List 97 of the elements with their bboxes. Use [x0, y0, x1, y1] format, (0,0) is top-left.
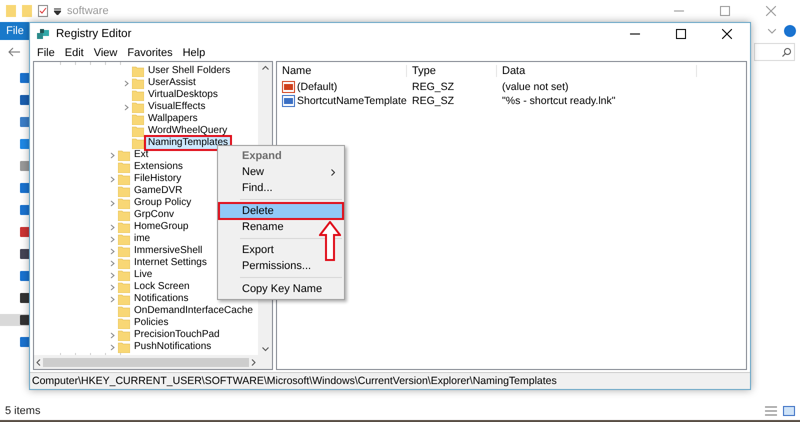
tree-item[interactable]: Notifications — [132, 293, 190, 305]
navigation-icon[interactable] — [20, 205, 30, 215]
navigation-icon[interactable] — [20, 183, 30, 193]
navigation-icon[interactable] — [20, 95, 30, 105]
maximize-icon — [720, 6, 730, 16]
dropdown-icon[interactable] — [54, 8, 61, 14]
chevron-right-icon[interactable] — [124, 104, 128, 110]
checklist-icon[interactable] — [38, 5, 48, 17]
scroll-left-icon[interactable] — [36, 358, 41, 366]
tree-item[interactable]: OnDemandInterfaceCache — [132, 305, 255, 317]
chevron-right-icon[interactable] — [110, 272, 114, 278]
chevron-right-icon[interactable] — [110, 236, 114, 242]
menu-item[interactable]: New — [219, 164, 343, 180]
details-view-icon[interactable] — [765, 406, 777, 416]
column-header[interactable]: Name — [277, 65, 407, 77]
tree-item[interactable]: FileHistory — [132, 173, 184, 185]
navigation-icon[interactable] — [20, 293, 30, 303]
navigation-icon[interactable] — [20, 337, 30, 347]
tree-item[interactable]: PushNotifications — [132, 341, 214, 353]
tree-item[interactable]: Live — [132, 269, 154, 281]
string-value-icon — [282, 95, 295, 107]
column-header[interactable]: Type — [407, 65, 497, 77]
tree-item[interactable]: GrpConv — [132, 209, 176, 221]
menu-item[interactable]: View — [88, 45, 122, 61]
tree-item[interactable]: NamingTemplates — [146, 137, 230, 149]
back-arrow-icon[interactable] — [8, 47, 20, 57]
value-data: (value not set) — [501, 81, 570, 93]
string-value-icon — [282, 81, 295, 93]
menu-item[interactable]: Rename — [219, 219, 343, 235]
up-arrow-annotation — [319, 221, 341, 261]
chevron-right-icon[interactable] — [110, 176, 114, 182]
chevron-right-icon[interactable] — [110, 248, 114, 254]
tree-item[interactable]: Policies — [132, 317, 170, 329]
tree-item[interactable]: Wallpapers — [146, 113, 200, 125]
tree-item[interactable]: Lock Screen — [132, 281, 192, 293]
chevron-right-icon[interactable] — [110, 224, 114, 230]
tree-item[interactable]: WordWheelQuery — [146, 125, 230, 137]
maximize-icon — [676, 29, 686, 39]
menu-item[interactable]: Help — [178, 45, 210, 61]
menu-item[interactable]: Delete — [219, 203, 343, 219]
tree-item[interactable]: ImmersiveShell — [132, 245, 204, 257]
folder-icon — [6, 5, 16, 17]
chevron-right-icon[interactable] — [124, 80, 128, 86]
tiles-view-icon[interactable] — [783, 406, 795, 416]
chevron-right-icon[interactable] — [110, 152, 114, 158]
menu-item[interactable]: File — [32, 45, 60, 61]
tree-item[interactable]: Group Policy — [132, 197, 194, 209]
key-path: Computer\HKEY_CURRENT_USER\SOFTWARE\Microsoft\Windows\CurrentVersion\Explorer\NamingTemplates — [32, 375, 557, 387]
tree-item[interactable]: ime — [132, 233, 152, 245]
search-icon — [782, 48, 791, 56]
tree-item[interactable]: PrecisionTouchPad — [132, 329, 222, 341]
menu-item[interactable]: Favorites — [122, 45, 178, 61]
window-title: Registry Editor — [56, 28, 132, 40]
menu-item[interactable]: Find... — [219, 180, 343, 196]
tree-item[interactable]: User Shell Folders — [146, 65, 232, 77]
scroll-right-icon[interactable] — [251, 358, 256, 366]
chevron-right-icon[interactable] — [110, 344, 114, 350]
tree-item[interactable]: Ext — [132, 149, 150, 161]
navigation-icon[interactable] — [20, 249, 30, 259]
chevron-right-icon[interactable] — [110, 296, 114, 302]
menu-item[interactable]: Export — [219, 242, 343, 258]
registry-cubes-icon — [36, 28, 50, 40]
tree-item[interactable]: Internet Settings — [132, 257, 209, 269]
tree-item[interactable]: UserAssist — [146, 77, 198, 89]
close-icon — [766, 6, 776, 16]
scroll-down-icon[interactable] — [262, 347, 268, 352]
chevron-right-icon[interactable] — [110, 332, 114, 338]
value-type: REG_SZ — [411, 81, 456, 93]
navigation-icon[interactable] — [20, 315, 30, 325]
horizontal-scrollbar[interactable] — [34, 355, 258, 369]
file-tab[interactable]: File — [0, 22, 30, 40]
window-title: software — [67, 5, 109, 17]
navigation-icon[interactable] — [20, 271, 30, 281]
help-icon[interactable] — [784, 25, 796, 37]
chevron-right-icon[interactable] — [110, 284, 114, 290]
value-data: "%s - shortcut ready.lnk" — [501, 95, 616, 107]
item-count: 5 items — [5, 405, 40, 417]
value-type: REG_SZ — [411, 95, 456, 107]
column-header[interactable]: Data — [497, 65, 697, 77]
search-field[interactable] — [754, 43, 795, 61]
chevron-down-icon[interactable] — [768, 28, 776, 34]
tree-item[interactable]: VisualEffects — [146, 101, 208, 113]
value-name[interactable]: (Default) — [297, 81, 338, 93]
menu-item[interactable]: Copy Key Name — [219, 281, 343, 297]
close-icon — [722, 29, 732, 39]
chevron-right-icon[interactable] — [110, 260, 114, 266]
tree-item[interactable]: VirtualDesktops — [146, 89, 220, 101]
tree-item[interactable]: HomeGroup — [132, 221, 190, 233]
menu-item[interactable]: Permissions... — [219, 258, 343, 274]
scroll-up-icon[interactable] — [262, 65, 268, 70]
menu-item[interactable]: Edit — [60, 45, 89, 61]
navigation-icon[interactable] — [20, 227, 30, 237]
value-name[interactable]: ShortcutNameTemplate — [297, 95, 407, 107]
tree-item[interactable]: GameDVR — [132, 185, 184, 197]
navigation-icon[interactable] — [20, 73, 30, 83]
chevron-right-icon[interactable] — [110, 200, 114, 206]
tree-item[interactable]: Extensions — [132, 161, 185, 173]
